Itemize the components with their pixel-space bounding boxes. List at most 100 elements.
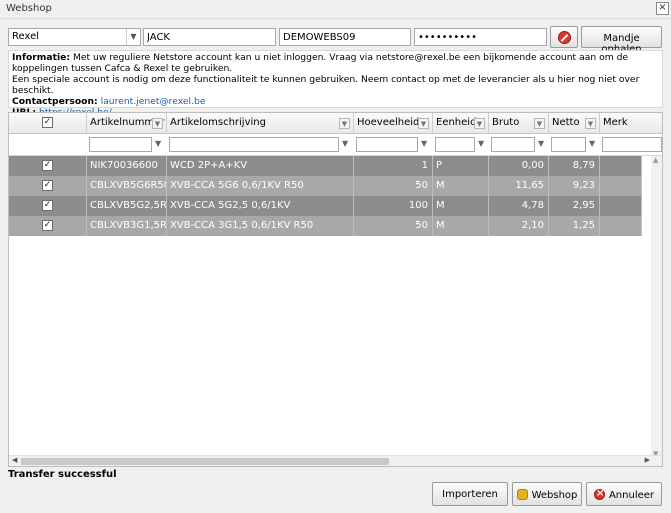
filter-hoeveelheid-input[interactable] [356,137,418,152]
filter-eenheid-input[interactable] [435,137,475,152]
cell-text: 4,78 [521,200,544,211]
table-row[interactable]: ✓ NIK70036600 WCD 2P+A+KV 1 P 0,00 8,79 [9,156,642,176]
stop-button[interactable] [550,26,578,48]
cell-text: CBLXVB5G2,5R10 [90,200,167,211]
cell-netto: 8,79 [549,156,600,176]
contact-label: Contactpersoon: [12,96,98,107]
row-checkbox[interactable]: ✓ [42,200,53,211]
filter-icon[interactable]: ▼ [538,140,545,148]
cell-text: NIK70036600 [90,160,158,171]
row-checkbox[interactable]: ✓ [42,180,53,191]
cell-merk [600,176,642,196]
cell-text: 50 [415,220,428,231]
row-checkbox[interactable]: ✓ [42,220,53,231]
filter-omschrijving-input[interactable] [169,137,339,152]
customer-code-input[interactable] [279,28,411,46]
cell-text: XVB-CCA 5G2,5 0,6/1KV [170,200,291,211]
contact-email-link[interactable]: laurent.jenet@rexel.be [101,96,206,107]
special-account-text: Een speciale account is nodig om deze fu… [12,74,640,96]
header-artikelomschrijving[interactable]: Artikelomschrijving ▼ [167,113,354,134]
cell-eenheid: P [433,156,489,176]
fetch-basket-button[interactable]: Mandje ophalen [581,26,662,55]
table-row[interactable]: ✓ CBLXVB5G6R50 XVB-CCA 5G6 0,6/1KV R50 50 M 1… [9,176,642,196]
cell-artikelnummer: NIK70036600 [87,156,167,176]
header-label: Merk [603,117,628,128]
window-title: Webshop [6,3,52,14]
chevron-down-icon[interactable]: ▼ [418,118,429,129]
status-message: Transfer successful [8,469,117,480]
table-row[interactable]: ✓ CBLXVB3G1,5R50XVB-CCA 3G1,5 0,6/1KV R50… [9,216,642,236]
select-all-checkbox[interactable]: ✓ [42,117,53,128]
row-select-cell: ✓ [9,176,87,196]
cancel-label: Annuleer [608,490,655,501]
cell-eenheid: M [433,196,489,216]
close-button[interactable]: × [656,2,669,15]
filter-icon[interactable]: ▼ [342,140,349,148]
header-hoeveelheid[interactable]: Hoeveelheid ▼ [354,113,433,134]
cell-bruto: 11,65 [489,176,549,196]
row-select-cell: ✓ [9,156,87,176]
cell-bruto: 4,78 [489,196,549,216]
cell-text: 2,95 [572,200,595,211]
chevron-down-icon[interactable]: ▼ [339,118,350,129]
cell-text: P [436,160,443,171]
cancel-button[interactable]: Annuleer [586,482,662,506]
scroll-up-icon[interactable]: ▲ [653,156,658,164]
cell-text: 9,23 [572,180,595,191]
webshop-button[interactable]: Webshop [512,482,582,506]
cell-text: WCD 2P+A+KV [170,160,248,171]
scroll-left-icon[interactable]: ◀ [12,456,17,464]
header-select-all: ✓ [9,113,87,134]
filter-icon[interactable]: ▼ [478,140,485,148]
cell-omschrijving: XVB-CCA 5G6 0,6/1KV R50 [167,176,354,196]
supplier-select[interactable]: Rexel ▼ [8,28,141,46]
chevron-down-icon[interactable]: ▼ [585,118,596,129]
horizontal-scroll-thumb[interactable] [21,458,389,465]
cell-text: CBLXVB3G1,5R50 [90,220,167,231]
cell-omschrijving: XVB-CCA 5G2,5 0,6/1KV [167,196,354,216]
filter-artikelnummer-input[interactable] [89,137,152,152]
horizontal-scrollbar[interactable]: ◀ ▶ [9,455,662,466]
article-grid: ✓ Artikelnummer ▼ Artikelomschrijving ▼ … [8,112,663,467]
filter-icon[interactable]: ▼ [421,140,428,148]
title-bar: Webshop × [0,0,671,19]
cell-netto: 9,23 [549,176,600,196]
info-text: Met uw reguliere Netstore account kan u … [12,52,629,74]
filter-icon[interactable]: ▼ [155,140,162,148]
filter-netto-input[interactable] [551,137,586,152]
header-label: Bruto [492,117,520,128]
scroll-right-icon[interactable]: ▶ [645,456,650,464]
header-artikelnummer[interactable]: Artikelnummer ▼ [87,113,167,134]
row-select-cell: ✓ [9,216,87,236]
cell-text: XVB-CCA 3G1,5 0,6/1KV R50 [170,220,314,231]
cell-text: 50 [415,180,428,191]
cell-merk [600,196,642,216]
filter-row: ▼ ▼ ▼ ▼ ▼ ▼ [9,135,662,156]
chevron-down-icon[interactable]: ▼ [534,118,545,129]
chevron-down-icon[interactable]: ▼ [126,29,140,45]
filter-merk-input[interactable] [602,137,662,152]
header-bruto[interactable]: Bruto ▼ [489,113,549,134]
cell-artikelnummer: CBLXVB3G1,5R50 [87,216,167,236]
import-button[interactable]: Importeren [432,482,508,506]
cell-text: CBLXVB5G6R50 [90,180,167,191]
cell-hoeveelheid: 100 [354,196,433,216]
password-input[interactable] [414,28,547,46]
username-input[interactable] [143,28,276,46]
header-netto[interactable]: Netto ▼ [549,113,600,134]
row-checkbox[interactable]: ✓ [42,160,53,171]
cell-text: 1 [421,160,428,171]
header-merk[interactable]: Merk [600,113,662,134]
header-label: Netto [552,117,580,128]
vertical-scrollbar[interactable]: ▲ ▼ [651,156,662,458]
cell-eenheid: M [433,176,489,196]
filter-icon[interactable]: ▼ [589,140,596,148]
chevron-down-icon[interactable]: ▼ [474,118,485,129]
table-row[interactable]: ✓ CBLXVB5G2,5R10XVB-CCA 5G2,5 0,6/1KV 100 M… [9,196,642,216]
cell-hoeveelheid: 1 [354,156,433,176]
chevron-down-icon[interactable]: ▼ [152,118,163,129]
filter-bruto-input[interactable] [491,137,535,152]
header-label: Artikelomschrijving [170,117,266,128]
header-eenheid[interactable]: Eenheid ▼ [433,113,489,134]
cell-artikelnummer: CBLXVB5G2,5R10 [87,196,167,216]
